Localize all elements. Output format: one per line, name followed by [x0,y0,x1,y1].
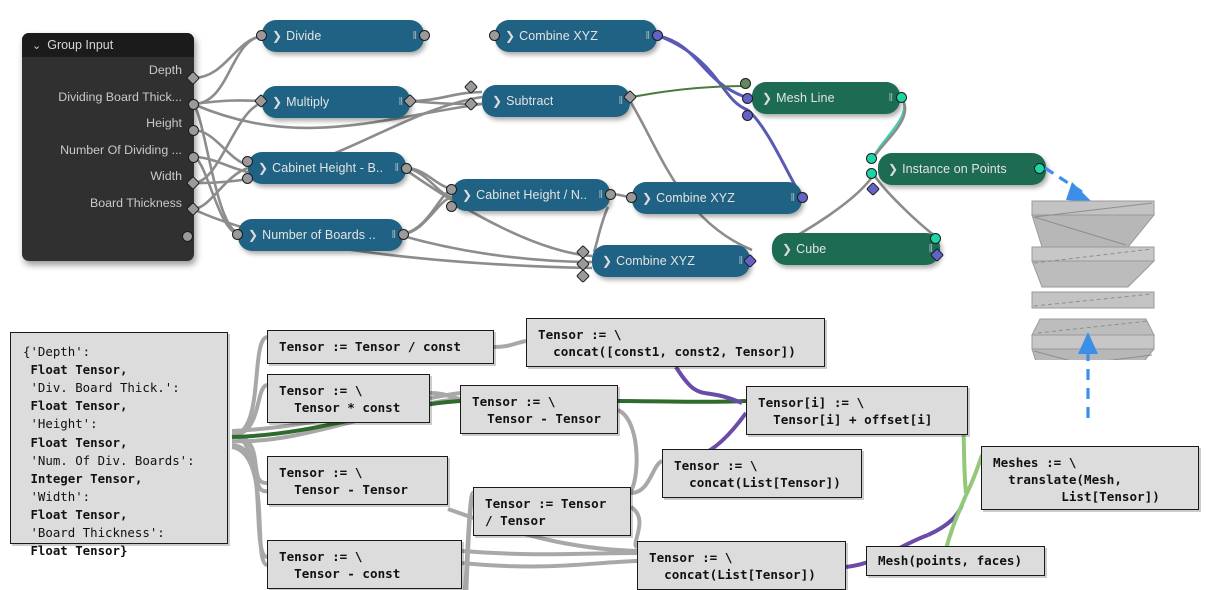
op-box-subtract-tensor-1: Tensor := \ Tensor - Tensor [460,385,618,434]
op-box-translate-meshes: Meshes := \ translate(Mesh, List[Tensor]… [981,446,1199,510]
op-box-multiply-const: Tensor := \ Tensor * const [267,374,430,423]
dict-line-4: 'Height': [23,416,98,432]
op-text: Tensor := \ Tensor - Tensor [472,394,601,427]
op-box-concat-consts: Tensor := \ concat([const1, const2, Tens… [526,318,825,367]
dict-line-11: Float Tensor} [23,543,128,559]
dict-line-6: 'Num. Of Div. Boards': [23,452,195,468]
dict-line-5: Float Tensor, [23,434,128,450]
op-text: Tensor := \ Tensor - const [279,549,401,582]
screenshot-root: ⌄ Group Input Depth Dividing Board Thick… [0,0,1215,590]
dict-line-1: Float Tensor, [23,362,128,378]
op-box-subtract-tensor-2: Tensor := \ Tensor - Tensor [267,456,448,505]
op-text: Tensor := \ Tensor - Tensor [279,465,408,498]
op-text: Tensor := \ concat([const1, const2, Tens… [538,327,796,360]
op-box-concat-list-1: Tensor := \ concat(List[Tensor]) [662,449,862,498]
op-text: Tensor := \ concat(List[Tensor]) [674,458,841,491]
op-text: Tensor := Tensor / const [279,339,461,355]
op-text: Tensor[i] := \ Tensor[i] + offset[i] [758,395,933,428]
op-text: Meshes := \ translate(Mesh, List[Tensor]… [993,455,1160,505]
dict-line-2: 'Div. Board Thick.': [23,380,180,396]
op-text: Tensor := Tensor / Tensor [485,496,607,529]
dict-line-8: 'Width': [23,488,91,504]
op-text: Tensor := \ Tensor * const [279,383,401,416]
signature-dict-box: {'Depth': Float Tensor, 'Div. Board Thic… [10,332,228,558]
op-box-offset-index: Tensor[i] := \ Tensor[i] + offset[i] [746,386,968,435]
dict-line-0: {'Depth': [23,344,91,359]
op-box-subtract-const: Tensor := \ Tensor - const [267,540,462,589]
op-box-divide-const: Tensor := Tensor / const [267,330,494,364]
op-text: Mesh(points, faces) [878,553,1023,569]
dict-line-10: 'Board Thickness': [23,525,165,541]
op-box-divide-tensor: Tensor := Tensor / Tensor [473,487,631,536]
dict-line-9: Float Tensor, [23,506,128,522]
op-box-concat-list-2: Tensor := \ concat(List[Tensor]) [637,541,846,590]
op-box-mesh-points-faces: Mesh(points, faces) [866,546,1045,576]
dict-line-3: Float Tensor, [23,398,128,414]
dict-line-7: Integer Tensor, [23,470,143,486]
op-text: Tensor := \ concat(List[Tensor]) [649,550,816,583]
